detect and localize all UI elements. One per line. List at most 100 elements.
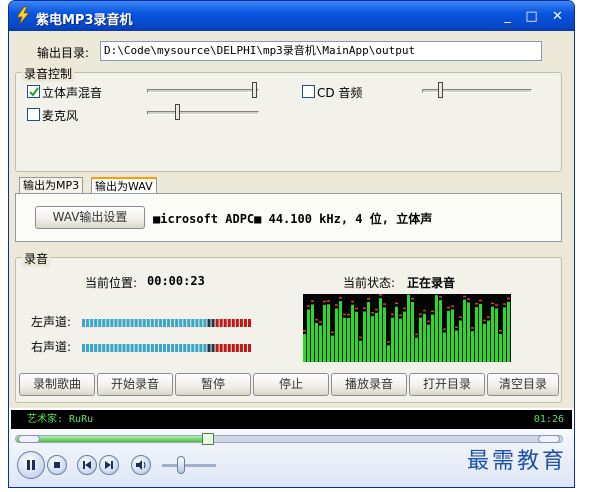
left-meter-segment — [235, 319, 239, 327]
seek-thumb[interactable] — [201, 433, 214, 445]
stop-button[interactable]: 停止 — [253, 373, 329, 396]
mic-label: 麦克风 — [42, 109, 79, 123]
right-meter-segment — [211, 344, 215, 352]
output-path-value: D:\Code\mysource\DELPHI\mp3录音机\MainApp\o… — [104, 44, 416, 57]
left-meter-segment — [247, 319, 251, 327]
clear-dir-button[interactable]: 清空目录 — [487, 373, 559, 396]
stereo-mix-slider-thumb[interactable] — [252, 82, 257, 98]
stereo-mix-slider-track[interactable] — [147, 89, 259, 93]
spectrum-peak — [375, 308, 378, 311]
spectrum-bar — [359, 340, 362, 362]
spectrum-bar — [403, 311, 406, 362]
spectrum-peak — [423, 309, 426, 312]
output-path-field[interactable]: D:\Code\mysource\DELPHI\mp3录音机\MainApp\o… — [100, 41, 542, 61]
rewind-small-button[interactable] — [18, 435, 40, 443]
right-meter-segment — [231, 344, 235, 352]
start-record-button[interactable]: 开始录音 — [97, 373, 173, 396]
right-meter-segment — [126, 344, 130, 352]
record-song-button[interactable]: 录制歌曲 — [19, 373, 95, 396]
spectrum-peak — [499, 329, 502, 332]
right-meter-segment — [239, 344, 243, 352]
spectrum-bar — [419, 317, 422, 362]
spectrum-bar — [379, 298, 382, 362]
spectrum-bar — [399, 318, 402, 362]
mute-button[interactable] — [131, 455, 151, 475]
spectrum-bar — [483, 323, 486, 362]
player-prev-button[interactable] — [77, 455, 97, 475]
left-meter-segment — [167, 319, 171, 327]
right-meter-segment — [219, 344, 223, 352]
left-meter-segment — [82, 319, 86, 327]
right-meter-segment — [175, 344, 179, 352]
left-meter-segment — [215, 319, 219, 327]
tab-panel-wav: WAV输出设置 ■icrosoft ADPC■ 44.100 kHz, 4 位,… — [15, 193, 562, 242]
left-meter-segment — [243, 319, 247, 327]
wav-format-text: ■icrosoft ADPC■ 44.100 kHz, 4 位, 立体声 — [153, 212, 433, 226]
stop-icon — [54, 462, 60, 468]
spectrum-bar — [355, 311, 358, 362]
spectrum-bar — [327, 304, 330, 362]
right-meter-segment — [179, 344, 183, 352]
watermark-text: 最需教育 — [467, 449, 568, 474]
pause-button[interactable]: 暂停 — [175, 373, 251, 396]
spectrum-bar — [451, 309, 454, 362]
pause-icon — [27, 460, 35, 470]
spectrum-peak — [303, 330, 306, 332]
right-meter-segment — [118, 344, 122, 352]
spectrum-peak — [331, 331, 334, 334]
spectrum-peak — [475, 303, 478, 305]
spectrum-peak — [479, 299, 482, 302]
right-meter-segment — [207, 344, 211, 352]
maximize-button[interactable]: □ — [521, 7, 542, 26]
seek-bar[interactable] — [15, 433, 563, 445]
spectrum-peak — [339, 297, 342, 299]
forward-small-button[interactable] — [538, 435, 560, 443]
tab-output-wav[interactable]: 输出为WAV — [91, 177, 157, 193]
spectrum-peak — [415, 333, 418, 336]
spectrum-peak — [335, 304, 338, 306]
spectrum-bar — [395, 306, 398, 362]
spectrum-bar — [499, 333, 502, 362]
right-meter-segment — [195, 344, 199, 352]
right-meter-segment — [158, 344, 162, 352]
player-stop-button[interactable] — [47, 455, 67, 475]
window-title: 紫电MP3录音机 — [36, 13, 133, 28]
mic-slider-track[interactable] — [147, 111, 259, 115]
volume-slider-track[interactable] — [162, 464, 216, 467]
wav-settings-button[interactable]: WAV输出设置 — [35, 206, 145, 229]
cd-audio-checkbox[interactable] — [302, 85, 315, 98]
spectrum-analyzer — [303, 294, 511, 362]
tab-output-mp3[interactable]: 输出为MP3 — [19, 177, 84, 193]
left-meter-segment — [94, 319, 98, 327]
player-next-button[interactable] — [99, 455, 119, 475]
spectrum-bar — [479, 303, 482, 362]
left-meter-segment — [211, 319, 215, 327]
left-meter-segment — [110, 319, 114, 327]
minimize-button[interactable]: _ — [497, 7, 518, 26]
spectrum-bar — [459, 320, 462, 362]
right-meter-segment — [235, 344, 239, 352]
status-value: 正在录音 — [407, 276, 456, 290]
cd-audio-slider-thumb[interactable] — [438, 82, 443, 98]
volume-slider-thumb[interactable] — [176, 456, 185, 474]
stereo-mix-checkbox[interactable] — [27, 85, 40, 98]
right-meter-segment — [90, 344, 94, 352]
next-icon — [105, 461, 113, 469]
spectrum-bar — [319, 325, 322, 362]
right-meter-segment — [215, 344, 219, 352]
spectrum-peak — [487, 316, 490, 318]
spectrum-peak — [399, 314, 402, 317]
right-meter-segment — [138, 344, 142, 352]
spectrum-peak — [311, 300, 314, 302]
close-button[interactable]: ✕ — [547, 7, 568, 26]
mic-checkbox[interactable] — [27, 108, 40, 121]
player-pause-button[interactable] — [17, 451, 45, 479]
spectrum-peak — [451, 305, 454, 307]
play-recording-button[interactable]: 播放录音 — [331, 373, 407, 396]
open-dir-button[interactable]: 打开目录 — [409, 373, 485, 396]
left-meter-segment — [207, 319, 211, 327]
spectrum-peak — [471, 327, 474, 329]
mic-slider-thumb[interactable] — [175, 104, 180, 120]
title-bar[interactable]: 紫电MP3录音机 _ □ ✕ — [9, 1, 574, 31]
right-channel-label: 右声道: — [31, 340, 72, 354]
